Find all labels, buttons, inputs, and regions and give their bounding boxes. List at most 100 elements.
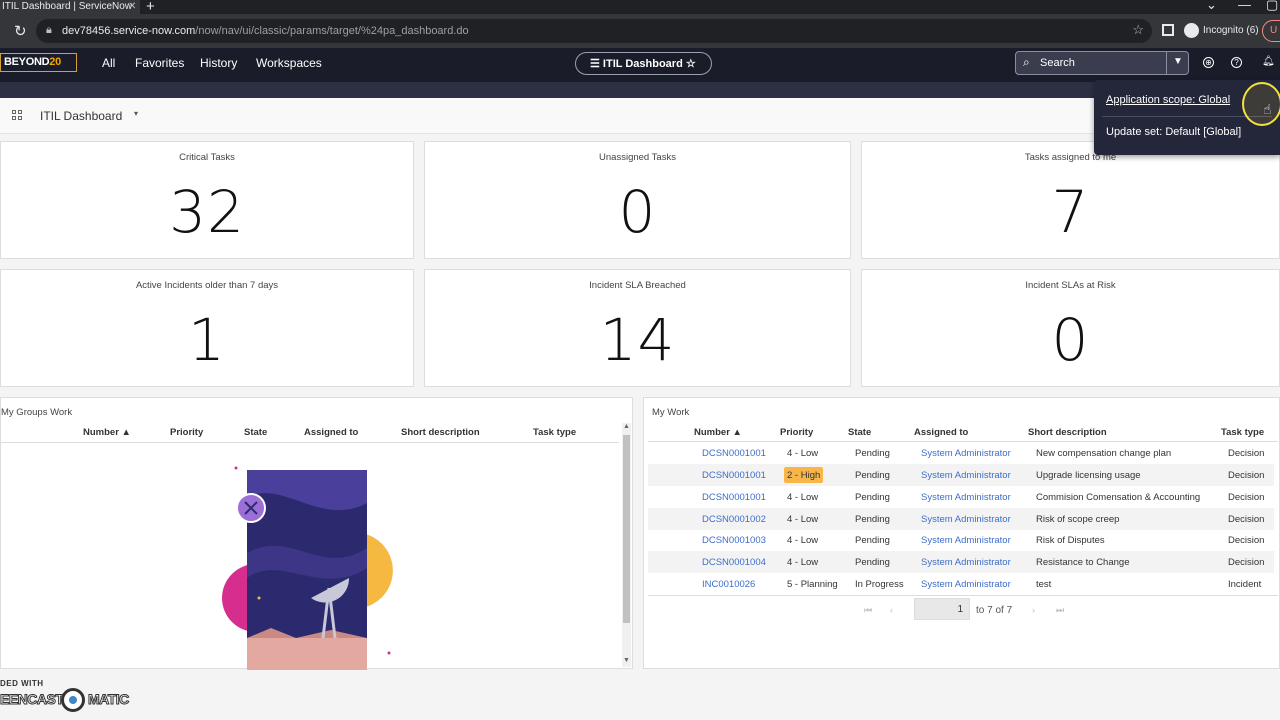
cursor-highlight [1242,82,1280,126]
scorecard-incident-sla-breached[interactable]: Incident SLA Breached 14 [424,269,851,387]
scrollbar-thumb[interactable] [623,435,630,623]
table-row[interactable]: INC0010026 5 - Planning In Progress Syst… [648,573,1274,595]
first-page-icon[interactable]: ⏮ [864,605,872,616]
update-button[interactable]: U [1262,20,1280,42]
record-number-link[interactable]: DCSN0001001 [702,448,766,459]
column-number[interactable]: Number ▲ [694,427,742,438]
update-set-link[interactable]: Update set: Default [Global] [1106,126,1241,138]
bell-icon[interactable]: 🔔︎ [1262,56,1275,67]
scorecard-incident-slas-at-risk[interactable]: Incident SLAs at Risk 0 [861,269,1280,387]
global-search[interactable]: ⌕ Search ▼ [1015,51,1189,75]
last-page-icon[interactable]: ⏭ [1056,605,1064,616]
scorecard-value[interactable]: 1 [1,306,413,374]
column-task-type[interactable]: Task type [533,427,576,438]
search-scope-caret-icon[interactable]: ▼ [1173,56,1183,67]
record-number-link[interactable]: DCSN0001001 [702,470,766,481]
lock-icon[interactable]: 🔒︎ [46,24,52,37]
panel-scrollbar[interactable]: ▲ ▼ [622,423,631,667]
minimize-icon[interactable]: — [1238,0,1251,12]
reload-icon[interactable]: ↻ [14,22,27,40]
nav-favorites[interactable]: Favorites [135,56,184,70]
scorecard-title: Incident SLA Breached [589,280,686,291]
incognito-icon[interactable] [1184,23,1199,38]
company-logo[interactable]: BEYOND20 [0,53,77,72]
table-row[interactable]: DCSN0001002 4 - Low Pending System Admin… [648,508,1274,530]
favorite-star-icon[interactable]: ☆ [683,58,696,70]
browser-tab[interactable]: ITIL Dashboard | ServiceNow ✕ [0,0,140,14]
assigned-to-link[interactable]: System Administrator [921,470,1011,481]
table-row[interactable]: DCSN0001001 4 - Low Pending System Admin… [648,442,1274,464]
column-short-description[interactable]: Short description [401,427,480,438]
page-number-input[interactable]: 1 [914,598,970,620]
dashboard-grid-icon[interactable] [12,110,23,121]
dashboard-pill-label: ITIL Dashboard [602,58,683,70]
scroll-up-icon[interactable]: ▲ [623,423,630,430]
tab-close-icon[interactable]: ✕ [128,0,136,13]
chevron-down-icon[interactable]: ⌄ [1206,0,1217,13]
table-row[interactable]: DCSN0001001 4 - Low Pending System Admin… [648,486,1274,508]
incognito-label[interactable]: Incognito (6) [1203,25,1259,36]
watermark-logo-icon [61,688,85,712]
column-assigned-to[interactable]: Assigned to [304,427,358,438]
dashboard-context-pill[interactable]: ☰ ITIL Dashboard ☆ [575,52,712,75]
bookmark-star-icon[interactable]: ☆ [1132,22,1144,38]
nav-all[interactable]: All [102,56,115,70]
assigned-to-link[interactable]: System Administrator [921,579,1011,590]
column-short-description[interactable]: Short description [1028,427,1107,438]
scorecard-value[interactable]: 7 [862,178,1279,246]
scroll-down-icon[interactable]: ▼ [623,657,630,664]
address-bar[interactable]: 🔒︎ dev78456.service-now.com/now/nav/ui/c… [36,19,1152,43]
help-icon[interactable]: ? [1231,57,1242,68]
record-number-link[interactable]: INC0010026 [702,579,755,590]
previous-page-icon[interactable]: ‹ [890,605,893,615]
assigned-to-link[interactable]: System Administrator [921,492,1011,503]
assigned-to-link[interactable]: System Administrator [921,448,1011,459]
column-priority[interactable]: Priority [170,427,203,438]
application-scope-link[interactable]: Application scope: Global [1106,94,1230,106]
logo-number: 20 [49,56,61,68]
priority-cell: 4 - Low [787,448,819,459]
column-state[interactable]: State [244,427,267,438]
page-range-label: to 7 of 7 [976,605,1013,616]
priority-cell: 4 - Low [787,514,819,525]
assigned-to-link[interactable]: System Administrator [921,514,1011,525]
record-number-link[interactable]: DCSN0001003 [702,535,766,546]
column-task-type[interactable]: Task type [1221,427,1264,438]
dashboard-title[interactable]: ITIL Dashboard [40,109,122,123]
column-assigned-to[interactable]: Assigned to [914,427,968,438]
sidepanel-icon[interactable] [1162,24,1174,36]
next-page-icon[interactable]: › [1032,605,1035,615]
watermark-text-left: EENCAST [0,691,64,708]
task-type-cell: Decision [1228,448,1265,459]
short-description-cell: Commision Comensation & Accounting [1036,492,1201,503]
scorecard-unassigned-tasks[interactable]: Unassigned Tasks 0 [424,141,851,259]
table-row[interactable]: DCSN0001003 4 - Low Pending System Admin… [648,529,1274,551]
search-placeholder: Search [1040,57,1075,69]
record-number-link[interactable]: DCSN0001002 [702,514,766,525]
scorecard-critical-tasks[interactable]: Critical Tasks 32 [0,141,414,259]
nav-history[interactable]: History [200,56,237,70]
scorecard-value[interactable]: 0 [425,178,850,246]
scorecard-value[interactable]: 32 [1,178,413,246]
table-row[interactable]: DCSN0001004 4 - Low Pending System Admin… [648,551,1274,573]
watermark-text-right: MATIC [88,691,130,708]
maximize-icon[interactable]: ▢ [1266,0,1278,13]
record-number-link[interactable]: DCSN0001004 [702,557,766,568]
column-priority[interactable]: Priority [780,427,813,438]
new-tab-button[interactable]: + [146,0,155,15]
column-state[interactable]: State [848,427,871,438]
globe-icon[interactable]: ⊕ [1203,57,1214,68]
scorecard-value[interactable]: 14 [425,306,850,374]
record-number-link[interactable]: DCSN0001001 [702,492,766,503]
scorecard-value[interactable]: 0 [862,306,1279,374]
task-type-cell: Decision [1228,535,1265,546]
table-row[interactable]: DCSN0001001 2 - High Pending System Admi… [648,464,1274,486]
assigned-to-link[interactable]: System Administrator [921,535,1011,546]
dashboard-caret-icon[interactable]: ▾ [134,109,138,118]
panel-title: My Work [652,407,690,418]
assigned-to-link[interactable]: System Administrator [921,557,1011,568]
scorecard-tasks-assigned-to-me[interactable]: Tasks assigned to me 7 [861,141,1280,259]
scorecard-active-incidents-older[interactable]: Active Incidents older than 7 days 1 [0,269,414,387]
nav-workspaces[interactable]: Workspaces [256,56,322,70]
column-number[interactable]: Number ▲ [83,427,131,438]
